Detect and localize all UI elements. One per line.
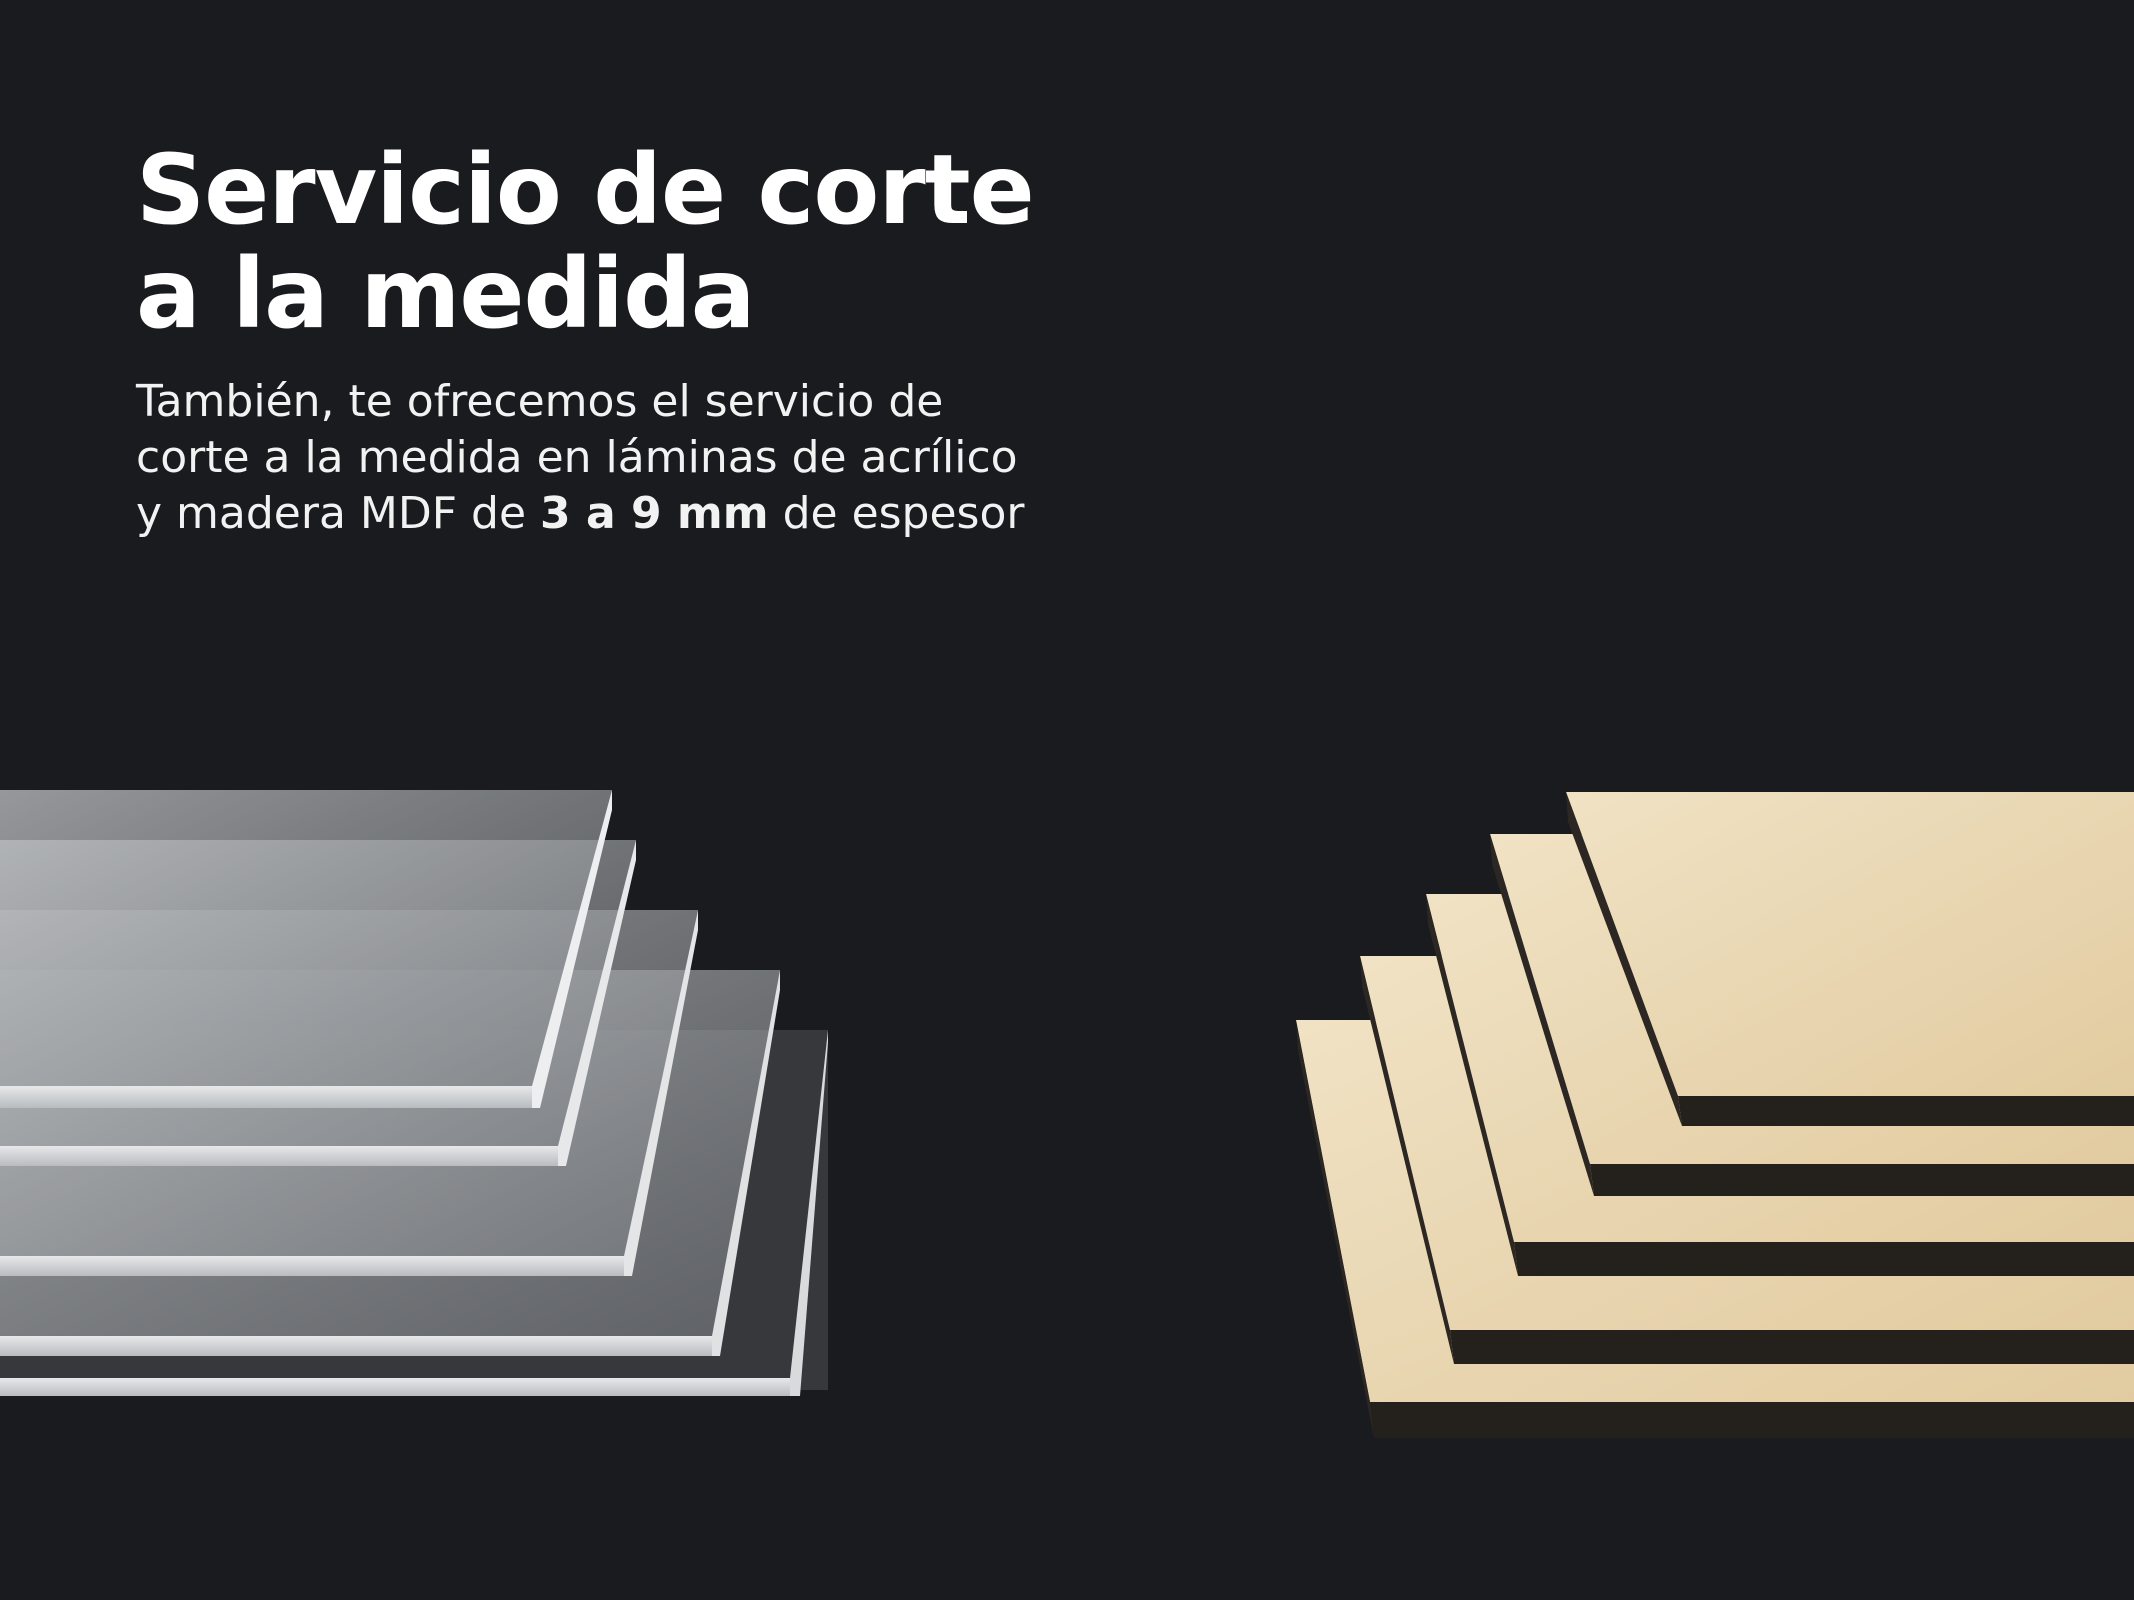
- thickness-range: 3 a 9 mm: [540, 488, 769, 539]
- description-line-3: y madera MDF de 3 a 9 mm de espesor: [136, 486, 1136, 542]
- description-line-3-prefix: y madera MDF de: [136, 488, 541, 539]
- hero-text-block: Servicio de corte a la medida También, t…: [136, 138, 1136, 542]
- acrylic-sheets-image: [0, 790, 828, 1396]
- hero-description: También, te ofrecemos el servicio de cor…: [136, 374, 1136, 542]
- hero-title-line-1: Servicio de corte: [136, 134, 1035, 246]
- acrylic-sheet-1: [0, 790, 612, 1108]
- hero-title: Servicio de corte a la medida: [136, 138, 1136, 346]
- description-line-2: corte a la medida en láminas de acrílico: [136, 432, 1018, 483]
- description-line-1: También, te ofrecemos el servicio de: [136, 376, 944, 427]
- mdf-boards-image: [1296, 792, 2134, 1438]
- description-line-3-suffix: de espesor: [768, 488, 1025, 539]
- hero-title-line-2: a la medida: [136, 238, 756, 350]
